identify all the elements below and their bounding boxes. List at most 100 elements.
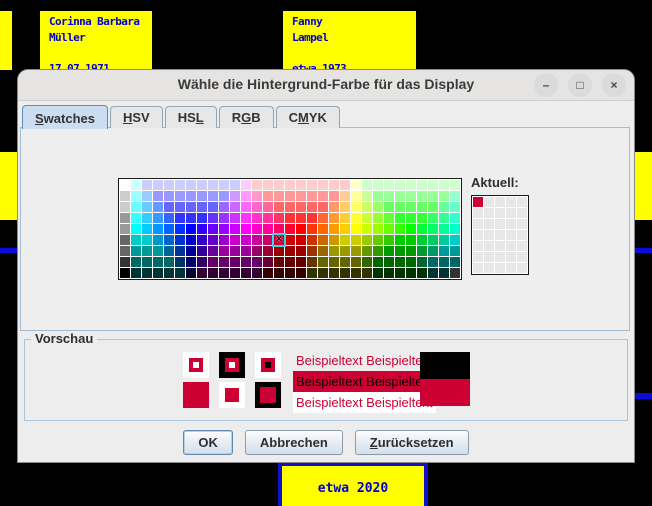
swatch-cell[interactable]: [351, 213, 361, 223]
swatch-cell[interactable]: [175, 202, 185, 212]
swatch-cell[interactable]: [285, 257, 295, 267]
swatch-cell[interactable]: [120, 268, 130, 278]
swatch-cell[interactable]: [175, 268, 185, 278]
swatch-cell[interactable]: [439, 191, 449, 201]
swatch-cell[interactable]: [197, 202, 207, 212]
person-box-corinna[interactable]: Corinna Barbara Müller 17.07.1971: [40, 11, 152, 70]
swatch-cell[interactable]: [208, 213, 218, 223]
recent-swatch-cell[interactable]: [495, 219, 505, 229]
recent-swatch-cell[interactable]: [473, 219, 483, 229]
swatch-cell[interactable]: [329, 268, 339, 278]
swatch-cell[interactable]: [450, 180, 460, 190]
tab-rgb[interactable]: RGB: [218, 106, 274, 128]
swatch-cell[interactable]: [142, 235, 152, 245]
swatch-cell[interactable]: [362, 257, 372, 267]
swatch-cell[interactable]: [318, 202, 328, 212]
close-icon[interactable]: ×: [602, 73, 626, 97]
recent-swatch-cell[interactable]: [484, 252, 494, 262]
swatch-cell[interactable]: [219, 257, 229, 267]
swatch-cell[interactable]: [131, 213, 141, 223]
swatch-cell[interactable]: [318, 235, 328, 245]
swatch-cell[interactable]: [450, 213, 460, 223]
swatch-cell[interactable]: [164, 191, 174, 201]
recent-swatch-cell[interactable]: [484, 241, 494, 251]
swatch-cell[interactable]: [406, 246, 416, 256]
swatch-cell[interactable]: [263, 213, 273, 223]
recent-swatch-cell[interactable]: [506, 252, 516, 262]
swatch-cell[interactable]: [252, 180, 262, 190]
swatch-cell[interactable]: [197, 180, 207, 190]
swatch-cell[interactable]: [285, 202, 295, 212]
swatch-cell[interactable]: [362, 191, 372, 201]
swatch-cell[interactable]: [340, 213, 350, 223]
swatch-cell[interactable]: [230, 191, 240, 201]
recent-swatch-cell[interactable]: [495, 263, 505, 273]
swatch-cell[interactable]: [329, 202, 339, 212]
swatch-cell[interactable]: [406, 224, 416, 234]
swatch-cell[interactable]: [186, 180, 196, 190]
swatch-cell[interactable]: [186, 268, 196, 278]
swatch-cell[interactable]: [131, 268, 141, 278]
swatch-cell[interactable]: [186, 246, 196, 256]
swatch-cell[interactable]: [395, 268, 405, 278]
swatch-cell[interactable]: [329, 224, 339, 234]
recent-swatch-cell[interactable]: [473, 208, 483, 218]
swatch-cell[interactable]: [307, 191, 317, 201]
swatch-cell[interactable]: [197, 246, 207, 256]
swatch-cell[interactable]: [153, 268, 163, 278]
swatch-cell[interactable]: [131, 246, 141, 256]
swatch-cell[interactable]: [307, 257, 317, 267]
swatch-cell[interactable]: [252, 224, 262, 234]
swatch-cell[interactable]: [175, 224, 185, 234]
swatch-cell[interactable]: [417, 202, 427, 212]
swatch-cell[interactable]: [186, 191, 196, 201]
swatch-cell[interactable]: [252, 235, 262, 245]
swatch-cell[interactable]: [186, 202, 196, 212]
recent-swatch-cell[interactable]: [517, 230, 527, 240]
swatch-cell[interactable]: [296, 235, 306, 245]
dialog-titlebar[interactable]: Wähle die Hintergrund-Farbe für das Disp…: [18, 70, 634, 101]
swatch-cell[interactable]: [373, 235, 383, 245]
tab-cmyk[interactable]: CMYK: [275, 106, 340, 128]
swatch-cell[interactable]: [450, 235, 460, 245]
swatch-cell[interactable]: [230, 180, 240, 190]
swatch-cell[interactable]: [263, 224, 273, 234]
swatch-cell[interactable]: [428, 246, 438, 256]
swatch-cell[interactable]: [208, 246, 218, 256]
minimize-icon[interactable]: –: [534, 73, 558, 97]
swatch-cell[interactable]: [384, 246, 394, 256]
swatch-cell[interactable]: [340, 180, 350, 190]
swatch-cell[interactable]: [153, 235, 163, 245]
swatch-cell[interactable]: [241, 224, 251, 234]
swatch-cell[interactable]: [373, 257, 383, 267]
swatch-cell[interactable]: [362, 180, 372, 190]
swatch-cell[interactable]: [175, 246, 185, 256]
swatch-cell[interactable]: [230, 235, 240, 245]
swatch-cell[interactable]: [417, 246, 427, 256]
swatch-cell[interactable]: [252, 257, 262, 267]
swatch-cell[interactable]: [428, 180, 438, 190]
swatch-cell[interactable]: [197, 213, 207, 223]
swatch-cell[interactable]: [285, 268, 295, 278]
swatch-cell[interactable]: [439, 235, 449, 245]
swatch-cell[interactable]: [395, 191, 405, 201]
swatch-cell[interactable]: [241, 235, 251, 245]
swatch-cell[interactable]: [219, 191, 229, 201]
swatch-cell[interactable]: [373, 191, 383, 201]
swatch-cell[interactable]: [230, 246, 240, 256]
recent-swatch-cell[interactable]: [517, 252, 527, 262]
recent-swatch-cell[interactable]: [495, 230, 505, 240]
swatch-cell[interactable]: [274, 246, 284, 256]
swatch-cell[interactable]: [285, 224, 295, 234]
swatch-cell[interactable]: [164, 257, 174, 267]
swatch-cell[interactable]: [219, 268, 229, 278]
swatch-cell[interactable]: [406, 202, 416, 212]
swatch-cell[interactable]: [307, 202, 317, 212]
swatch-cell[interactable]: [340, 257, 350, 267]
swatch-cell[interactable]: [406, 268, 416, 278]
swatch-cell[interactable]: [329, 246, 339, 256]
swatch-cell[interactable]: [428, 202, 438, 212]
swatch-cell[interactable]: [263, 180, 273, 190]
recent-swatch-cell[interactable]: [506, 208, 516, 218]
swatch-cell[interactable]: [417, 257, 427, 267]
